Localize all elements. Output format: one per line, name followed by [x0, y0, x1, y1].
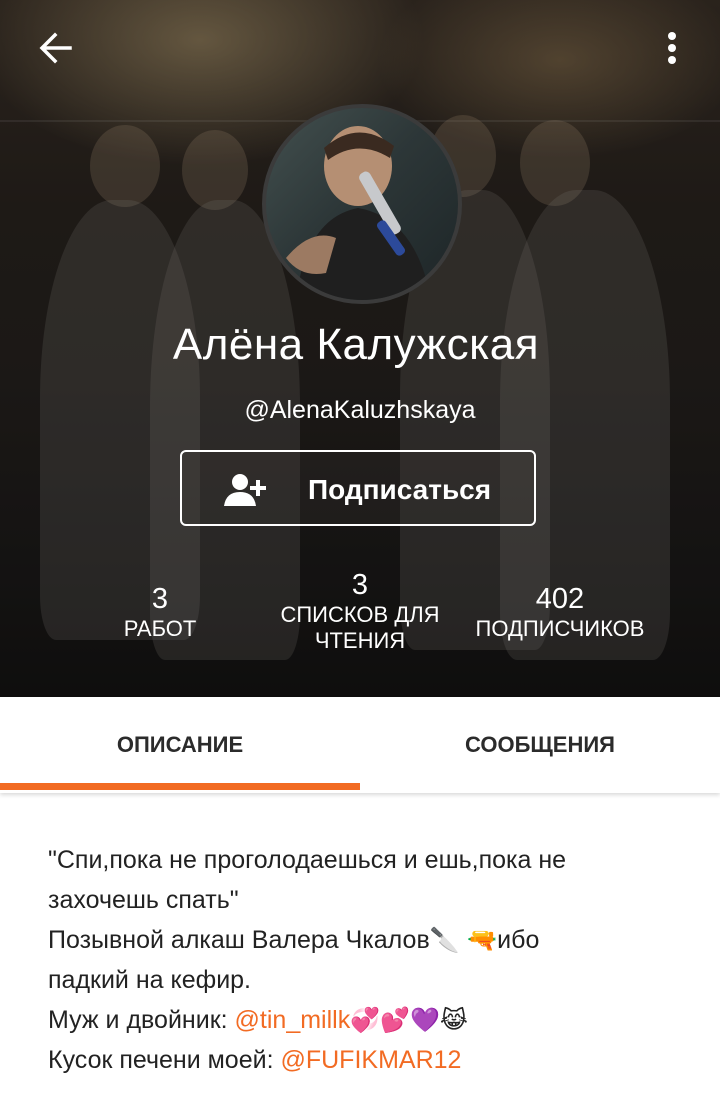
stat-works[interactable]: 3 РАБОТ	[100, 582, 220, 642]
stat-works-label: РАБОТ	[123, 616, 197, 641]
back-button[interactable]	[34, 26, 78, 70]
description-text: Кусок печени моей:	[48, 1046, 281, 1074]
description-text: ибо	[497, 926, 540, 954]
stat-followers-value: 402	[535, 583, 585, 615]
more-vertical-icon	[668, 32, 676, 64]
arrow-left-icon	[39, 32, 72, 64]
crowd-figure	[182, 130, 248, 210]
avatar-photo	[286, 126, 431, 300]
crowd-figure	[90, 125, 160, 207]
stat-followers[interactable]: 402 ПОДПИСЧИКОВ	[460, 582, 660, 642]
stat-reading-lists-label-line2: ЧТЕНИЯ	[314, 628, 406, 653]
profile-tabs: ОПИСАНИЕ СООБЩЕНИЯ	[0, 697, 720, 793]
follow-button[interactable]: Подписаться	[180, 450, 536, 526]
knife-gun-emoji: 🔪 🔫	[429, 926, 498, 954]
tab-description[interactable]: ОПИСАНИЕ	[0, 697, 360, 793]
profile-description: "Спи,пока не проголодаешься и ешь,пока н…	[48, 840, 688, 1080]
profile-name: Алёна Калужская	[172, 320, 540, 369]
description-text: Позывной алкаш Валера Чкалов	[48, 926, 430, 954]
hearts-emoji: 💞💕💜😹	[350, 1006, 468, 1034]
add-user-icon	[222, 472, 270, 513]
description-line: Кусок печени моей: @FUFIKMAR12	[48, 1040, 688, 1080]
description-text: Муж и двойник:	[48, 1006, 235, 1034]
crowd-figure	[520, 120, 590, 206]
stat-followers-label: ПОДПИСЧИКОВ	[475, 616, 645, 641]
description-line: Позывной алкаш Валера Чкалов🔪 🔫ибо	[48, 920, 688, 960]
follow-button-label: Подписаться	[308, 474, 492, 505]
stat-reading-lists[interactable]: 3 СПИСКОВ ДЛЯ ЧТЕНИЯ	[265, 568, 455, 654]
more-options-button[interactable]	[650, 24, 694, 72]
stat-reading-lists-label-line1: СПИСКОВ ДЛЯ	[280, 602, 440, 627]
active-tab-indicator	[0, 783, 360, 790]
description-line: "Спи,пока не проголодаешься и ешь,пока н…	[48, 846, 567, 874]
description-line: падкий на кефир.	[48, 966, 252, 994]
description-line: Муж и двойник: @tin_millk💞💕💜😹	[48, 1000, 688, 1040]
stat-reading-lists-value: 3	[351, 569, 369, 601]
profile-handle: @AlenaKaluzhskaya	[244, 396, 476, 424]
mention-link[interactable]: @FUFIKMAR12	[280, 1046, 461, 1074]
stat-works-value: 3	[151, 583, 169, 615]
mention-link[interactable]: @tin_millk	[235, 1006, 351, 1034]
tab-messages[interactable]: СООБЩЕНИЯ	[360, 697, 720, 793]
avatar[interactable]	[262, 104, 462, 304]
description-line: захочешь спать"	[48, 886, 239, 914]
